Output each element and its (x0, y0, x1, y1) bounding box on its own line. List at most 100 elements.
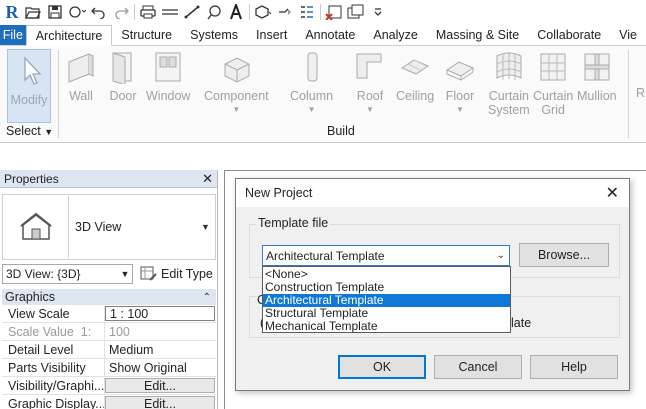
mullion-button[interactable]: Mullion (577, 50, 617, 103)
type-selector[interactable]: 3D View ▼ (2, 194, 216, 260)
radio-label-fragment[interactable]: late (511, 316, 531, 330)
save-icon[interactable] (44, 2, 66, 22)
property-row: Scale Value 1: 100 (2, 323, 216, 341)
curtain-grid-button[interactable]: Curtain Grid (533, 50, 573, 117)
component-icon (224, 57, 250, 83)
parts-visibility-field[interactable]: Show Original (105, 359, 216, 376)
tag-icon[interactable] (203, 2, 225, 22)
ceiling-label: Ceiling (396, 89, 435, 103)
chevron-down-icon: ▼ (456, 105, 464, 114)
curtain-system-icon (496, 52, 522, 80)
curtain-grid-label-2: Grid (541, 103, 565, 117)
cancel-button[interactable]: Cancel (434, 355, 522, 379)
property-key-suffix: 1: (80, 324, 92, 339)
dimension-icon[interactable] (181, 2, 203, 22)
revit-logo[interactable]: R (2, 2, 22, 22)
new-project-dialog: New Project ✕ Template file C ( late Arc… (235, 178, 630, 391)
component-button[interactable]: Component ▼ (204, 50, 269, 117)
thin-lines-icon[interactable] (296, 2, 318, 22)
floor-icon (445, 61, 475, 81)
chevron-down-icon[interactable]: ▼ (201, 222, 215, 232)
column-label: Column (290, 89, 334, 103)
property-key: Parts Visibility (2, 359, 105, 376)
properties-grid: Graphics ⌃ View Scale 1 : 100 Scale Valu… (2, 289, 216, 409)
chevron-down-icon: ▼ (232, 105, 241, 114)
cursor-icon (24, 56, 42, 85)
tab-insert[interactable]: Insert (247, 25, 296, 45)
instance-selector-value: 3D View: {3D} (6, 267, 81, 281)
customize-icon[interactable] (367, 2, 389, 22)
view-scale-field[interactable]: 1 : 100 (105, 306, 215, 321)
property-row: Graphic Display... Edit... (2, 395, 216, 409)
ok-button[interactable]: OK (338, 355, 426, 379)
wall-icon (68, 53, 94, 83)
property-value: 100 (109, 324, 130, 339)
cut-off-tool-button[interactable]: R (636, 86, 645, 100)
modify-button[interactable]: Modify (7, 49, 51, 123)
build-panel-label: Build (327, 124, 355, 138)
graphic-display-edit-button[interactable]: Edit... (105, 396, 215, 409)
cut-off-tool-label: R (636, 86, 646, 100)
help-button[interactable]: Help (530, 355, 618, 379)
window-button[interactable]: Window (146, 50, 190, 103)
print-icon[interactable] (137, 2, 159, 22)
tab-structure[interactable]: Structure (112, 25, 181, 45)
switch-windows-icon[interactable] (345, 2, 367, 22)
visibility-graphics-edit-button[interactable]: Edit... (105, 378, 215, 393)
curtain-system-label-2: System (488, 103, 530, 117)
roof-button[interactable]: Roof ▼ (355, 50, 385, 117)
panel-divider (58, 50, 59, 138)
open-icon[interactable] (22, 2, 44, 22)
sync-icon[interactable] (66, 2, 88, 22)
panel-divider (628, 50, 629, 138)
detail-level-field[interactable]: Medium (105, 341, 216, 358)
template-select[interactable]: Architectural Template ⌄ (262, 245, 510, 266)
group-graphics[interactable]: Graphics ⌃ (2, 289, 216, 305)
ceiling-icon (401, 59, 430, 75)
3d-view-icon[interactable] (252, 2, 274, 22)
component-label: Component (204, 89, 269, 103)
property-key: View Scale (2, 305, 105, 322)
column-icon (307, 52, 318, 82)
ceiling-button[interactable]: Ceiling (396, 50, 434, 103)
template-dropdown-list: <None> Construction Template Architectur… (262, 266, 511, 333)
properties-panel: Properties ✕ 3D View ▼ 3D View: {3D} ▼ E… (0, 170, 218, 409)
chevron-up-icon: ⌃ (202, 291, 211, 303)
instance-selector[interactable]: 3D View: {3D} ▼ (2, 264, 133, 284)
browse-button[interactable]: Browse... (519, 243, 609, 267)
column-button[interactable]: Column ▼ (290, 50, 333, 117)
dropdown-option[interactable]: Mechanical Template (263, 320, 510, 333)
tab-view[interactable]: Vie (610, 25, 646, 45)
tab-systems[interactable]: Systems (181, 25, 247, 45)
type-name: 3D View (75, 220, 122, 234)
curtain-system-button[interactable]: Curtain System (488, 50, 530, 117)
text-icon[interactable] (225, 2, 247, 22)
measure-icon[interactable] (159, 2, 181, 22)
tab-file[interactable]: File (0, 25, 26, 45)
window-icon (155, 52, 181, 82)
template-select-value: Architectural Template (266, 248, 385, 263)
property-row: Detail Level Medium (2, 341, 216, 359)
undo-icon[interactable] (88, 2, 110, 22)
toolbar-separator (320, 4, 321, 20)
tab-massing-site[interactable]: Massing & Site (427, 25, 528, 45)
curtain-grid-label: Curtain (533, 89, 574, 103)
close-hidden-icon[interactable] (323, 2, 345, 22)
type-thumbnail (3, 196, 69, 258)
edit-type-icon (140, 266, 157, 281)
close-icon[interactable]: ✕ (606, 183, 619, 203)
close-icon[interactable]: ✕ (202, 171, 213, 187)
floor-button[interactable]: Floor ▼ (445, 50, 475, 117)
section-icon[interactable] (274, 2, 296, 22)
edit-type-button[interactable]: Edit Type (140, 264, 213, 284)
tab-collaborate[interactable]: Collaborate (528, 25, 610, 45)
door-button[interactable]: Door (108, 50, 138, 103)
tab-architecture[interactable]: Architecture (25, 25, 113, 46)
wall-button[interactable]: Wall (66, 50, 96, 103)
redo-icon[interactable] (110, 2, 132, 22)
tab-analyze[interactable]: Analyze (364, 25, 426, 45)
toolbar-separator (249, 4, 250, 20)
property-row: View Scale 1 : 100 (2, 305, 216, 323)
select-panel-dropdown[interactable]: Select ▼ (6, 124, 53, 138)
tab-annotate[interactable]: Annotate (296, 25, 364, 45)
